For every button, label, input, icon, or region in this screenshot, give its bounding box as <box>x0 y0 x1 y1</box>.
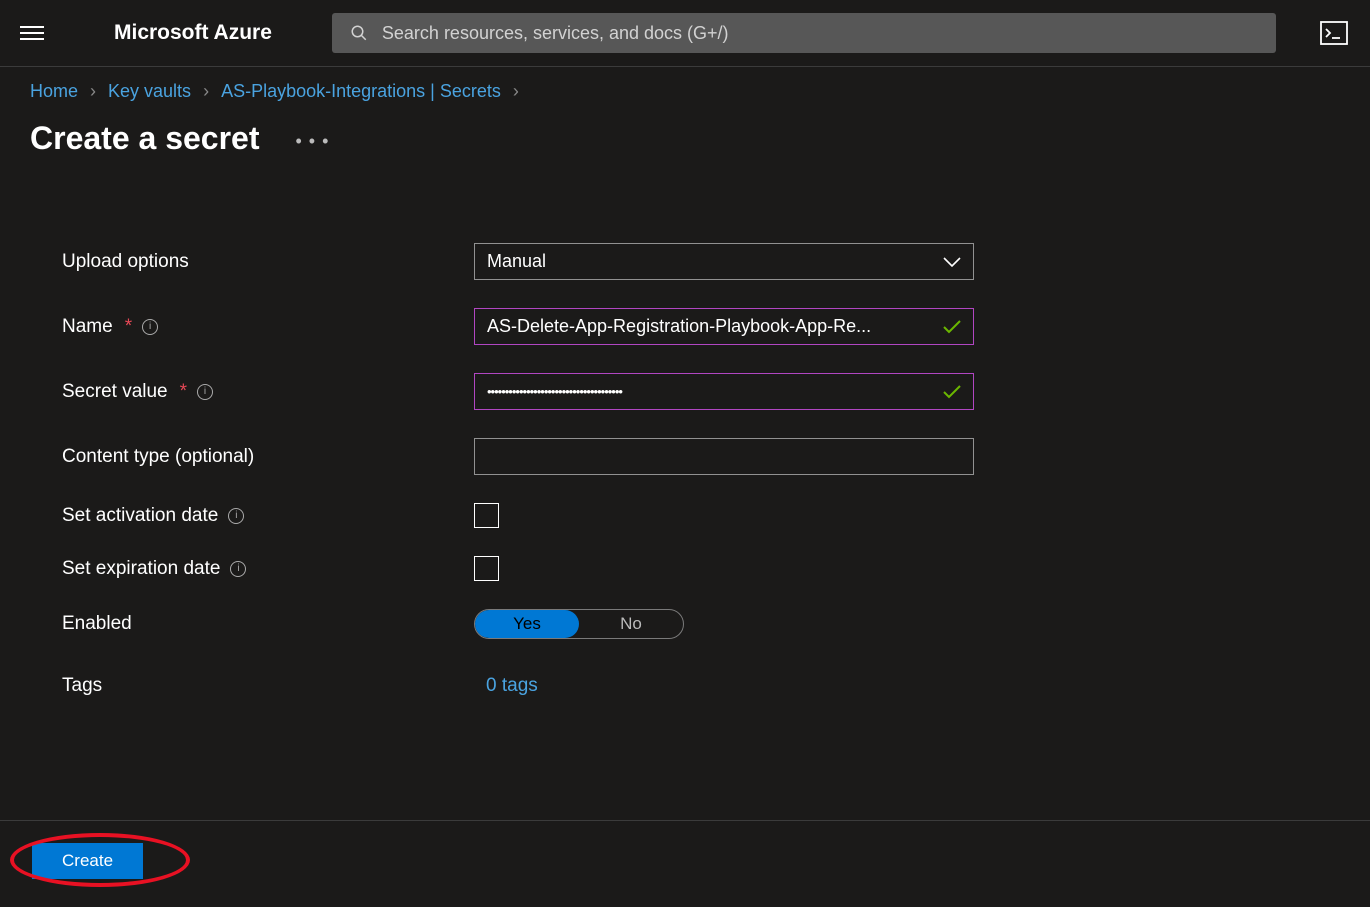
create-button[interactable]: Create <box>32 843 143 879</box>
label-expiration-date: Set expiration date i <box>62 558 474 580</box>
input-secret-value[interactable]: •••••••••••••••••••••••••••••••••••••• <box>474 373 974 410</box>
chevron-right-icon: › <box>90 81 96 102</box>
info-icon[interactable]: i <box>197 384 213 400</box>
row-secret-value: Secret value* i ••••••••••••••••••••••••… <box>62 373 1310 410</box>
info-icon[interactable]: i <box>230 561 246 577</box>
footer-bar: Create <box>0 820 1370 907</box>
checkbox-activation-date[interactable] <box>474 503 499 528</box>
search-input[interactable] <box>382 23 1258 44</box>
toggle-enabled-no[interactable]: No <box>579 610 683 638</box>
row-enabled: Enabled Yes No <box>62 609 1310 639</box>
label-name: Name* i <box>62 316 474 338</box>
hamburger-menu-icon[interactable] <box>20 24 44 42</box>
page-title: Create a secret <box>30 120 259 157</box>
info-icon[interactable]: i <box>142 319 158 335</box>
toggle-enabled[interactable]: Yes No <box>474 609 684 639</box>
chevron-right-icon: › <box>513 81 519 102</box>
checkbox-expiration-date[interactable] <box>474 556 499 581</box>
select-upload-options[interactable]: Manual <box>474 243 974 280</box>
info-icon[interactable]: i <box>228 508 244 524</box>
breadcrumb-home[interactable]: Home <box>30 81 78 102</box>
more-actions-icon[interactable]: • • • <box>295 131 329 152</box>
top-header: Microsoft Azure <box>0 0 1370 67</box>
azure-logo: Microsoft Azure <box>114 21 272 45</box>
breadcrumb: Home › Key vaults › AS-Playbook-Integrat… <box>0 67 1370 112</box>
page-title-row: Create a secret • • • <box>0 112 1370 177</box>
row-tags: Tags 0 tags <box>62 675 1310 697</box>
row-activation-date: Set activation date i <box>62 503 1310 528</box>
breadcrumb-secrets[interactable]: AS-Playbook-Integrations | Secrets <box>221 81 501 102</box>
chevron-right-icon: › <box>203 81 209 102</box>
row-name: Name* i <box>62 308 1310 345</box>
row-expiration-date: Set expiration date i <box>62 556 1310 581</box>
global-search[interactable] <box>332 13 1276 53</box>
tags-link[interactable]: 0 tags <box>486 675 538 696</box>
label-secret-value: Secret value* i <box>62 381 474 403</box>
row-upload-options: Upload options Manual <box>62 243 1310 280</box>
label-content-type: Content type (optional) <box>62 446 474 468</box>
label-activation-date: Set activation date i <box>62 505 474 527</box>
search-icon <box>350 24 368 42</box>
chevron-down-icon <box>943 257 961 267</box>
breadcrumb-keyvaults[interactable]: Key vaults <box>108 81 191 102</box>
toggle-enabled-yes[interactable]: Yes <box>475 610 579 638</box>
label-tags: Tags <box>62 675 474 697</box>
input-content-type[interactable] <box>474 438 974 475</box>
select-upload-options-value: Manual <box>487 251 546 272</box>
row-content-type: Content type (optional) <box>62 438 1310 475</box>
label-enabled: Enabled <box>62 613 474 635</box>
input-name[interactable] <box>474 308 974 345</box>
label-upload-options: Upload options <box>62 251 474 273</box>
form-area: Upload options Manual Name* i Secret val… <box>0 177 1370 697</box>
cloud-shell-icon[interactable] <box>1318 19 1350 47</box>
